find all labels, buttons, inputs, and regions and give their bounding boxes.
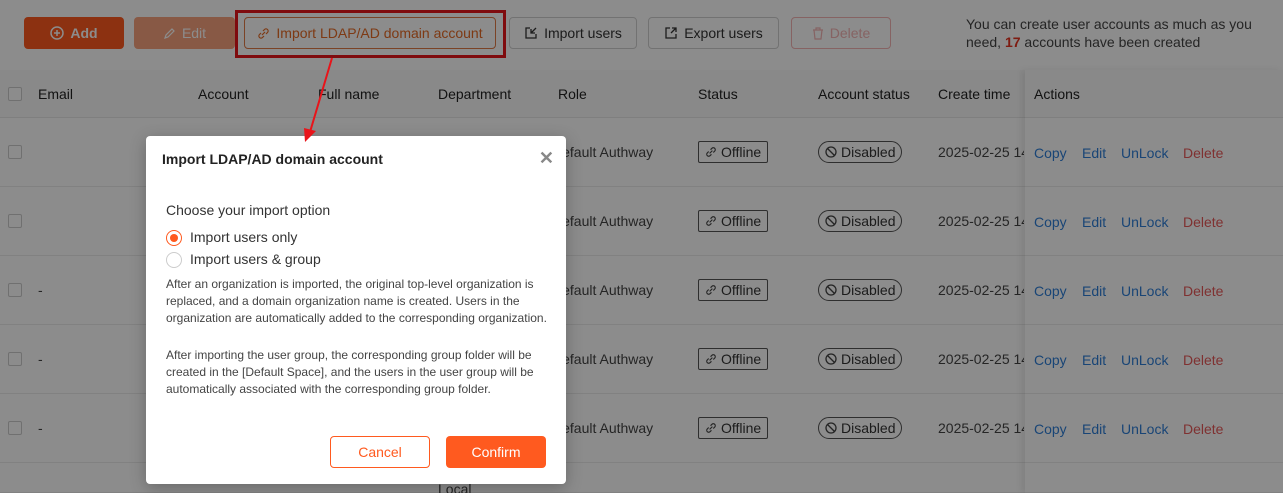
import-option-label: Choose your import option [166, 202, 331, 218]
confirm-button[interactable]: Confirm [446, 436, 546, 468]
description-organization: After an organization is imported, the o… [166, 277, 547, 325]
radio-users-and-group-label[interactable]: Import users & group [190, 251, 321, 267]
radio-users-and-group[interactable] [166, 252, 182, 268]
dialog-title: Import LDAP/AD domain account [162, 151, 383, 167]
description-group: After importing the user group, the corr… [166, 348, 534, 396]
radio-users-only[interactable] [166, 230, 182, 246]
cancel-button[interactable]: Cancel [330, 436, 430, 468]
import-ldap-dialog: Import LDAP/AD domain account ✕ Choose y… [146, 136, 566, 484]
close-icon[interactable]: ✕ [539, 148, 554, 169]
radio-users-only-label[interactable]: Import users only [190, 229, 297, 245]
